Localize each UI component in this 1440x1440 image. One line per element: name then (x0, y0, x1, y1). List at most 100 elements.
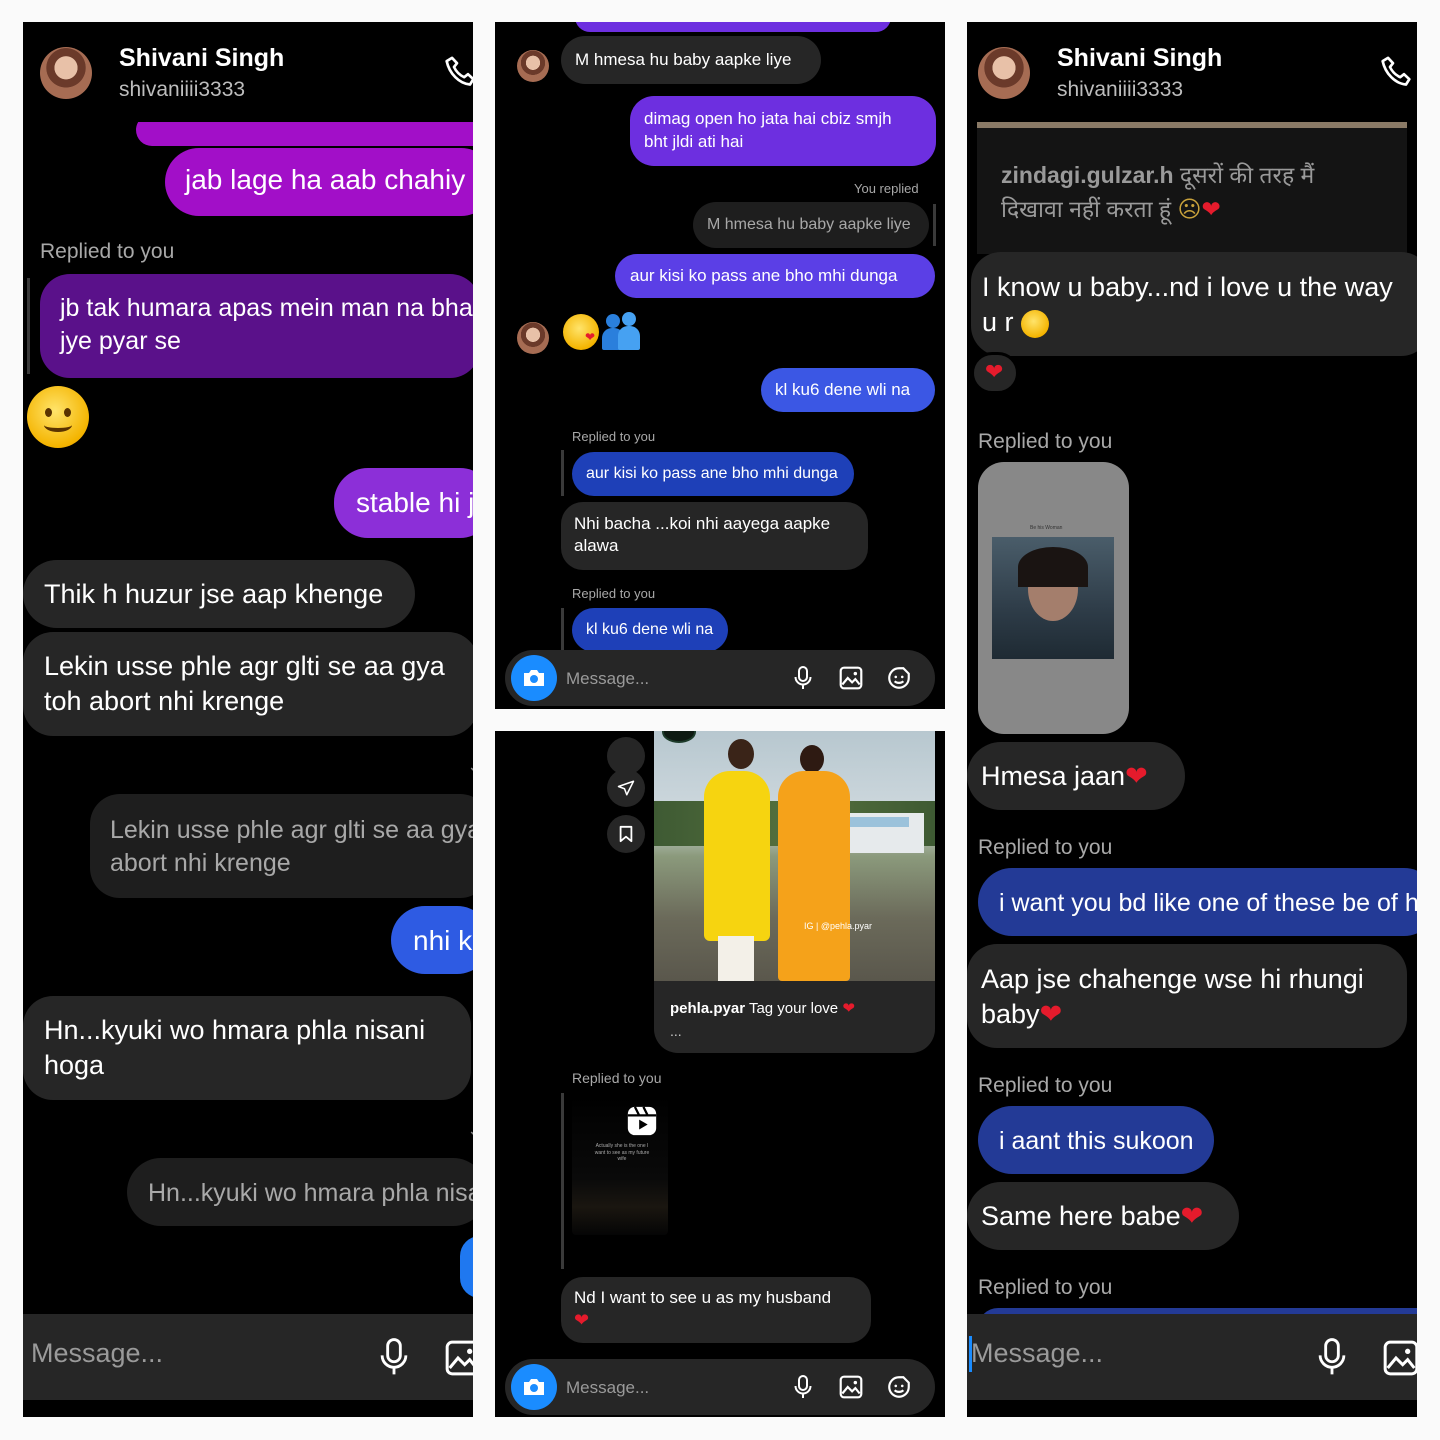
post-author[interactable]: pehla.pyar (670, 1000, 745, 1017)
message-text: jb tak humara apas mein man na bhar (60, 294, 473, 322)
contact-username: shivaniiii3333 (1057, 78, 1184, 101)
contact-name[interactable]: Shivani Singh (119, 44, 284, 73)
message-bubble[interactable]: Nhi bacha ...koi nhi aayega aapke alawa (561, 502, 868, 570)
share-button[interactable] (607, 769, 645, 807)
post-watermark: IG | @pehla.pyar (804, 921, 873, 931)
replied-label: Replied to you (978, 1276, 1113, 1299)
message-text: I know u baby...nd i love u the way (982, 272, 1393, 302)
message-bubble[interactable]: jab lage ha aab chahiy (165, 148, 473, 216)
microphone-icon[interactable] (791, 664, 815, 692)
replied-label: Replied to you (572, 429, 656, 444)
message-bubble[interactable]: Thik h huzur jse aap khenge (23, 560, 415, 628)
reel-caption: दिखावा नहीं करता हूं ☹❤ (1001, 196, 1221, 222)
message-bubble[interactable]: I know u baby...nd i love u the way u r (971, 252, 1417, 356)
post-caption-text: Tag your love (748, 1000, 839, 1017)
reply-quote-bar (561, 450, 564, 496)
camera-button[interactable] (511, 655, 557, 701)
message-input[interactable]: Message... (566, 1378, 649, 1398)
avatar[interactable] (517, 50, 549, 82)
quoted-text: abort nhi krenge (110, 848, 291, 877)
gallery-icon[interactable] (443, 1338, 473, 1378)
message-bubble[interactable]: Hmesa jaan❤ (967, 742, 1185, 810)
camera-button[interactable] (511, 1364, 557, 1410)
message-bubble[interactable]: Aap jse chahenge wse hi rhungi baby❤ (967, 944, 1407, 1048)
message-bubble[interactable]: Nd I want to see u as my husband ❤ (561, 1277, 871, 1343)
quoted-message[interactable]: kl ku6 dene wli na (572, 608, 728, 652)
post-image: IG | @pehla.pyar (654, 731, 935, 981)
shared-post[interactable]: IG | @pehla.pyar pehla.pyar Tag your lov… (654, 731, 935, 1053)
smile-emoji[interactable] (27, 386, 89, 448)
heart-reaction[interactable]: ❤ (971, 352, 1019, 394)
shared-post[interactable]: Be his Woman (978, 462, 1129, 734)
replied-label: Replied to you (40, 240, 175, 263)
message-bubble[interactable]: Lekin usse phle agr glti se aa gya toh a… (23, 632, 473, 736)
message-input[interactable]: Message... (31, 1338, 163, 1369)
avatar[interactable] (978, 47, 1030, 99)
message-input[interactable]: Message... (566, 669, 649, 689)
message-text: Nd I want to see u as my husband (574, 1288, 832, 1307)
chat-header: Shivani Singh shivaniiii3333 (23, 22, 473, 122)
message-bubble[interactable]: kl ku6 dene wli na (761, 368, 935, 412)
hug-emoji[interactable] (602, 312, 642, 352)
message-text: Aap jse chahenge wse hi rhungi (981, 964, 1364, 994)
avatar[interactable] (517, 322, 549, 354)
camera-icon (524, 670, 544, 686)
quoted-message[interactable]: M hmesa hu baby aapke liye (693, 202, 929, 248)
avatar[interactable] (40, 47, 92, 99)
message-composer: Message... (967, 1314, 1417, 1400)
save-button[interactable] (607, 815, 645, 853)
replied-label: Replied to you (572, 1070, 662, 1086)
message-text: Same here babe (981, 1201, 1181, 1231)
phone-call-icon[interactable] (1377, 52, 1417, 92)
chat-panel-3: IG | @pehla.pyar pehla.pyar Tag your lov… (495, 731, 945, 1417)
chevron-down-icon: ⌄ (467, 1120, 473, 1141)
message-text: Hmesa jaan (981, 761, 1126, 791)
post-more[interactable]: ... (670, 1023, 682, 1039)
message-bubble-partial[interactable] (575, 22, 891, 32)
message-bubble[interactable]: aur kisi ko pass ane bho mhi dunga (615, 254, 935, 298)
gallery-icon[interactable] (838, 1374, 864, 1400)
message-bubble[interactable]: dimag open ho jata hai cbiz smjh bht jld… (630, 96, 936, 166)
quoted-message[interactable]: i aant this sukoon (978, 1106, 1214, 1174)
post-caption: pehla.pyar Tag your love ❤ (670, 1000, 855, 1017)
message-input[interactable]: Message... (971, 1338, 1103, 1369)
kiss-emoji[interactable]: ❤ (563, 314, 599, 350)
bookmark-icon (619, 825, 633, 843)
microphone-icon[interactable] (375, 1336, 413, 1378)
reel-caption: दूसरों की तरह मैं (1179, 162, 1315, 188)
microphone-icon[interactable] (791, 1373, 815, 1401)
message-bubble[interactable]: nhi k (391, 906, 473, 974)
post-title: Be his Woman (1030, 525, 1063, 531)
reel-author-name[interactable]: zindagi.gulzar.h (1001, 162, 1174, 188)
gallery-icon[interactable] (838, 665, 864, 691)
chat-panel-2: M hmesa hu baby aapke liye dimag open ho… (495, 22, 945, 709)
quoted-message[interactable]: i want you bd like one of these be of hi (978, 868, 1417, 936)
message-text: alawa (574, 536, 619, 556)
quoted-message[interactable]: Lekin usse phle agr glti se aa gya abort… (90, 794, 473, 898)
shared-reel-preview[interactable]: zindagi.gulzar.h दूसरों की तरह मैं दिखाव… (977, 122, 1407, 254)
message-text: Nhi bacha ...koi nhi aayega aapke (574, 514, 831, 533)
shared-reel[interactable]: Actually she is the one I want to see as… (572, 1095, 668, 1235)
sticker-icon[interactable] (886, 1374, 912, 1400)
contact-username: shivaniiii3333 (119, 78, 246, 101)
sticker-icon[interactable] (886, 665, 912, 691)
message-bubble[interactable]: Hn...kyuki wo hmara phla nisani hoga (23, 996, 471, 1100)
message-bubble[interactable]: stable hi j (334, 468, 473, 538)
gallery-icon[interactable] (1381, 1338, 1417, 1378)
message-bubble[interactable]: M hmesa hu baby aapke liye (561, 36, 821, 84)
replied-label: Replied to you (572, 586, 656, 601)
quoted-message[interactable]: aur kisi ko pass ane bho mhi dunga (572, 452, 854, 496)
you-replied-label: You replied (854, 181, 919, 196)
message-composer: Message... (23, 1314, 473, 1400)
message-bubble[interactable]: jb tak humara apas mein man na bhar jye … (40, 274, 473, 378)
phone-call-icon[interactable] (441, 52, 473, 92)
message-bubble-partial[interactable] (460, 1236, 473, 1298)
camera-icon (524, 1379, 544, 1395)
message-bubble[interactable]: Same here babe❤ (967, 1182, 1239, 1250)
message-text: u r (982, 307, 1014, 338)
contact-name[interactable]: Shivani Singh (1057, 44, 1222, 73)
replied-label: Replied to you (978, 836, 1113, 859)
quoted-message[interactable]: Hn...kyuki wo hmara phla nisa (127, 1158, 473, 1226)
microphone-icon[interactable] (1313, 1336, 1351, 1378)
message-text: hoga (44, 1050, 105, 1081)
